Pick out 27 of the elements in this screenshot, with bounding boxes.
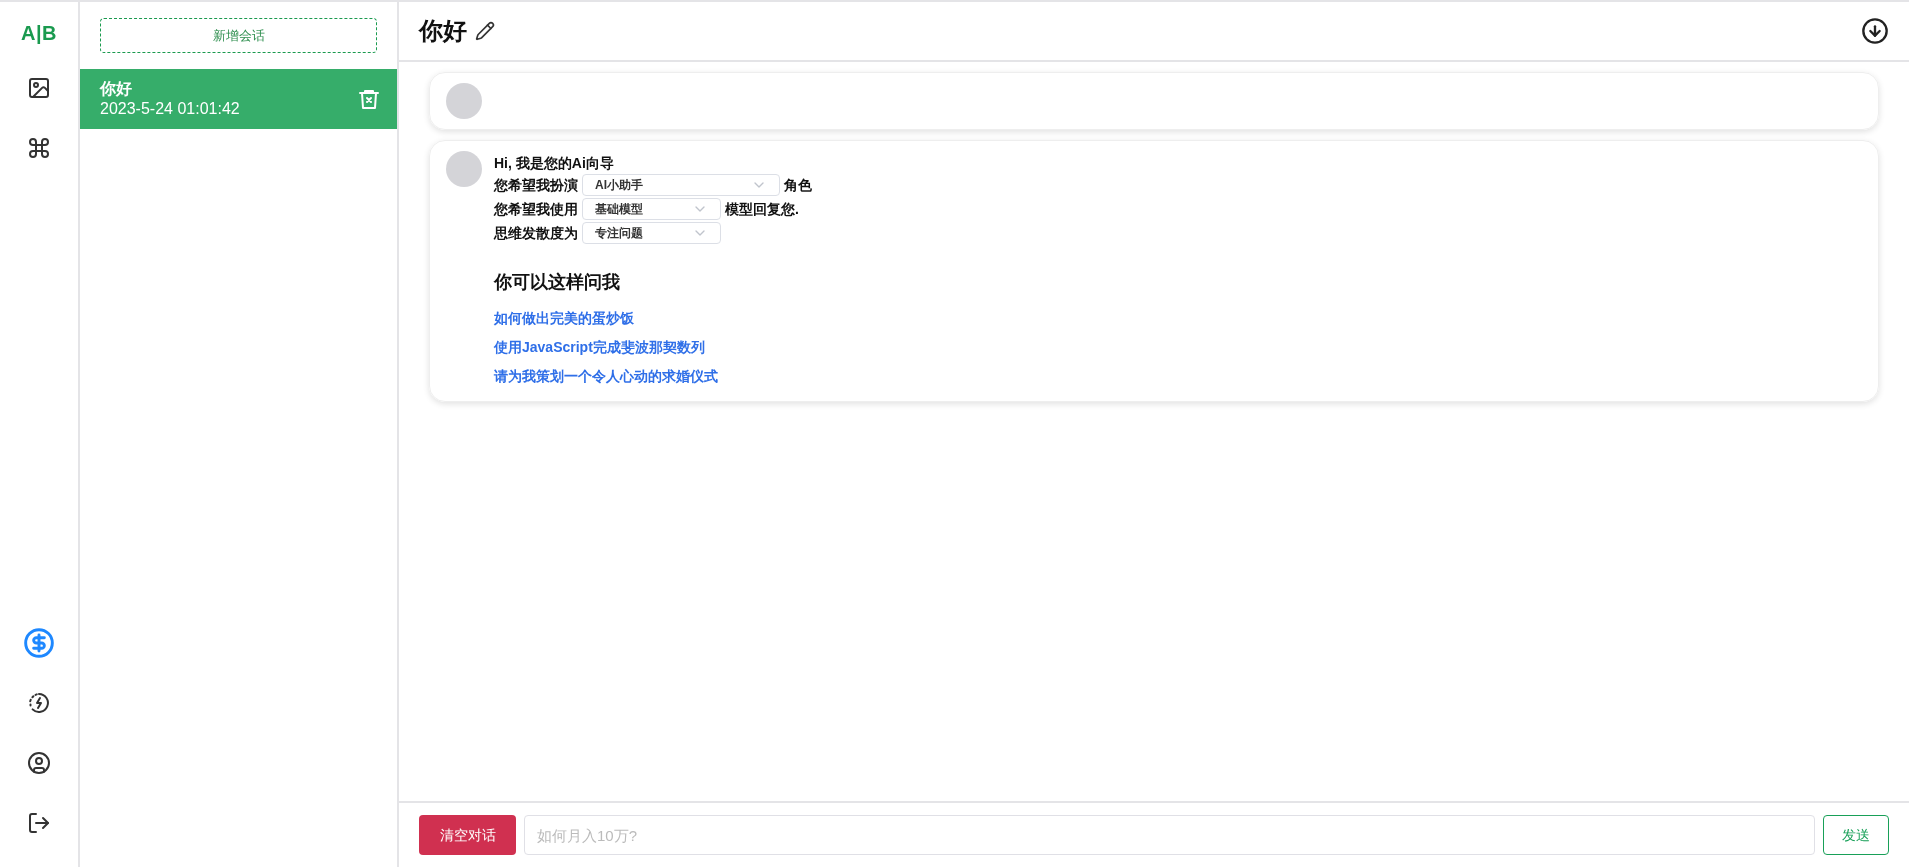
edit-icon[interactable] — [475, 21, 495, 41]
select-field[interactable]: 基础模型 — [582, 198, 721, 220]
session-title: 你好 — [100, 79, 133, 99]
suggestion-link[interactable]: 使用JavaScript完成斐波那契数列 — [494, 333, 812, 362]
download-icon[interactable] — [1861, 17, 1889, 45]
delete-icon[interactable] — [357, 87, 381, 111]
select-field[interactable]: AI小助手 — [582, 174, 780, 196]
setting-suffix: 模型回复您. — [725, 199, 799, 219]
avatar — [446, 83, 482, 119]
select-field[interactable]: 专注问题 — [582, 222, 721, 244]
send-button[interactable]: 发送 — [1823, 815, 1889, 855]
session-item[interactable]: 你好 2023-5-24 01:01:42 — [80, 69, 397, 129]
avatar — [446, 151, 482, 187]
chat-title: 你好 — [419, 16, 467, 46]
greeting-text: Hi, 我是您的Ai向导 — [494, 154, 615, 173]
new-session-button[interactable]: 新增会话 — [100, 18, 377, 53]
setting-suffix: 角色 — [784, 175, 812, 195]
clear-button[interactable]: 清空对话 — [419, 815, 516, 855]
suggestion-link[interactable]: 如何做出完美的蛋炒饭 — [494, 304, 812, 333]
session-time: 2023-5-24 01:01:42 — [100, 99, 240, 119]
suggestion-link[interactable]: 请为我策划一个令人心动的求婚仪式 — [494, 362, 812, 391]
setting-label: 您希望我使用 — [494, 199, 578, 219]
message-input[interactable]: 如何月入10万? — [524, 815, 1815, 855]
setting-label: 您希望我扮演 — [494, 175, 578, 195]
suggestion-heading: 你可以这样问我 — [494, 271, 621, 294]
logo[interactable]: A|B — [21, 18, 57, 48]
setting-label: 思维发散度为 — [494, 223, 578, 243]
